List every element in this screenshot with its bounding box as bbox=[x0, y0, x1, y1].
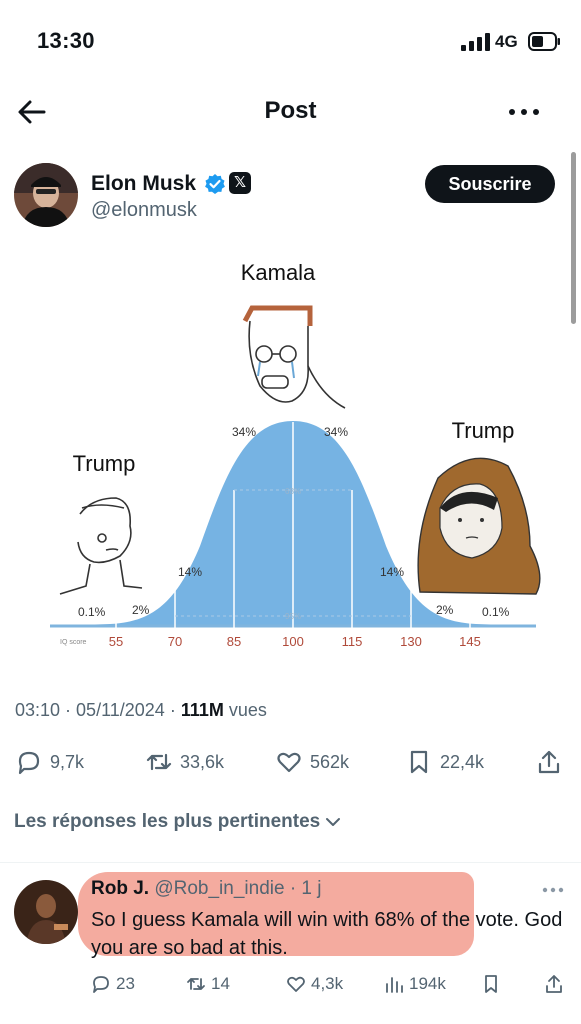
views-count: 111M bbox=[180, 700, 224, 720]
tick-85: 85 bbox=[227, 634, 241, 649]
bookmark-icon bbox=[410, 750, 428, 774]
reply-actions: 23 14 4,3k 194k bbox=[0, 970, 581, 1000]
pct-01-left: 0.1% bbox=[78, 605, 106, 619]
axis-title: IQ score bbox=[60, 639, 87, 646]
reply-author-name[interactable]: Rob J. bbox=[91, 878, 149, 899]
signal-icon bbox=[461, 33, 490, 51]
share-icon bbox=[546, 975, 562, 993]
divider bbox=[0, 862, 581, 863]
post-author: Elon Musk 𝕏 @elonmusk Souscrire bbox=[14, 163, 574, 233]
tick-70: 70 bbox=[168, 634, 182, 649]
reply-share-button[interactable] bbox=[544, 970, 569, 998]
chevron-down-icon bbox=[326, 818, 341, 826]
top-nav: Post bbox=[0, 86, 581, 138]
reply-count: 9,7k bbox=[50, 751, 85, 772]
reply-item[interactable]: Rob J. @Rob_in_indie · 1 j So I guess Ka… bbox=[0, 864, 581, 1024]
reply-button[interactable]: 9,7k bbox=[16, 744, 84, 780]
reply-text: So I guess Kamala will win with 68% of t… bbox=[91, 909, 563, 959]
post-image[interactable]: Kamala Trump Trump 34% 34% 14% 14% 2% 2%… bbox=[20, 246, 560, 668]
x-affiliation-icon: 𝕏 bbox=[229, 172, 251, 194]
post-date: 05/11/2024 bbox=[76, 700, 165, 720]
tick-115: 115 bbox=[342, 634, 363, 649]
author-name[interactable]: Elon Musk bbox=[91, 172, 196, 196]
reply-more-icon[interactable] bbox=[540, 882, 566, 898]
bookmark-count: 22,4k bbox=[440, 751, 485, 772]
status-bar: 13:30 4G bbox=[0, 0, 581, 80]
pct-34-right: 34% bbox=[324, 425, 348, 439]
reply-like-button[interactable]: 4,3k bbox=[286, 970, 343, 998]
repost-count: 33,6k bbox=[180, 751, 225, 772]
subscribe-button[interactable]: Souscrire bbox=[425, 165, 555, 203]
inner-95: 95% bbox=[285, 612, 301, 621]
views-label: vues bbox=[228, 700, 267, 720]
post-time: 03:10 bbox=[15, 700, 61, 720]
author-handle[interactable]: @elonmusk bbox=[91, 199, 197, 222]
replies-sort-dropdown[interactable]: Les réponses les plus pertinentes bbox=[14, 811, 342, 833]
pct-14-left: 14% bbox=[178, 565, 202, 579]
like-count: 562k bbox=[310, 751, 350, 772]
analytics-icon bbox=[386, 977, 403, 993]
pct-14-right: 14% bbox=[380, 565, 404, 579]
post-meta: 03:10 · 05/11/2024 · 111M vues bbox=[15, 700, 267, 720]
pct-34-left: 34% bbox=[232, 425, 256, 439]
post-actions: 9,7k 33,6k 562k 22,4k bbox=[0, 744, 581, 784]
reply-reply-button[interactable]: 23 bbox=[91, 970, 135, 998]
tick-100: 100 bbox=[282, 634, 304, 649]
repost-button[interactable]: 33,6k bbox=[146, 744, 224, 780]
share-icon bbox=[538, 750, 560, 774]
page-title: Post bbox=[264, 97, 317, 124]
avatar[interactable] bbox=[14, 163, 78, 227]
label-center: Kamala bbox=[241, 260, 316, 285]
reply-views-count: 194k bbox=[409, 974, 446, 993]
reply-reply-count: 23 bbox=[116, 974, 135, 993]
reply-icon bbox=[18, 751, 40, 775]
inner-68: 68% bbox=[285, 487, 301, 496]
status-time: 13:30 bbox=[37, 28, 95, 53]
heart-icon bbox=[287, 976, 305, 992]
tick-130: 130 bbox=[400, 634, 422, 649]
network-type: 4G bbox=[495, 32, 518, 51]
reply-icon bbox=[93, 976, 109, 993]
like-button[interactable]: 562k bbox=[276, 744, 349, 780]
bookmark-icon bbox=[485, 975, 497, 993]
label-left: Trump bbox=[73, 451, 136, 476]
tick-145: 145 bbox=[459, 634, 481, 649]
reply-repost-button[interactable]: 14 bbox=[186, 970, 230, 998]
reply-author-handle[interactable]: @Rob_in_indie · 1 j bbox=[154, 878, 321, 899]
reply-like-count: 4,3k bbox=[311, 974, 344, 993]
bookmark-button[interactable]: 22,4k bbox=[406, 744, 484, 780]
verified-badge-icon bbox=[205, 174, 225, 194]
pct-01-right: 0.1% bbox=[482, 605, 510, 619]
more-options-icon[interactable] bbox=[504, 98, 544, 126]
reply-avatar[interactable] bbox=[14, 880, 78, 944]
reply-header: Rob J. @Rob_in_indie · 1 j bbox=[91, 878, 322, 900]
pct-2-left: 2% bbox=[132, 603, 150, 617]
repost-icon bbox=[146, 753, 172, 771]
label-right: Trump bbox=[452, 418, 515, 443]
reply-bookmark-button[interactable] bbox=[481, 970, 506, 998]
heart-icon bbox=[277, 752, 301, 773]
share-button[interactable] bbox=[536, 744, 570, 780]
battery-icon bbox=[528, 32, 560, 51]
pct-2-right: 2% bbox=[436, 603, 454, 617]
reply-repost-count: 14 bbox=[211, 974, 230, 993]
repost-icon bbox=[187, 978, 205, 990]
replies-sort-label: Les réponses les plus pertinentes bbox=[14, 811, 321, 832]
reply-views-button[interactable]: 194k bbox=[384, 970, 446, 998]
tick-55: 55 bbox=[109, 634, 123, 649]
